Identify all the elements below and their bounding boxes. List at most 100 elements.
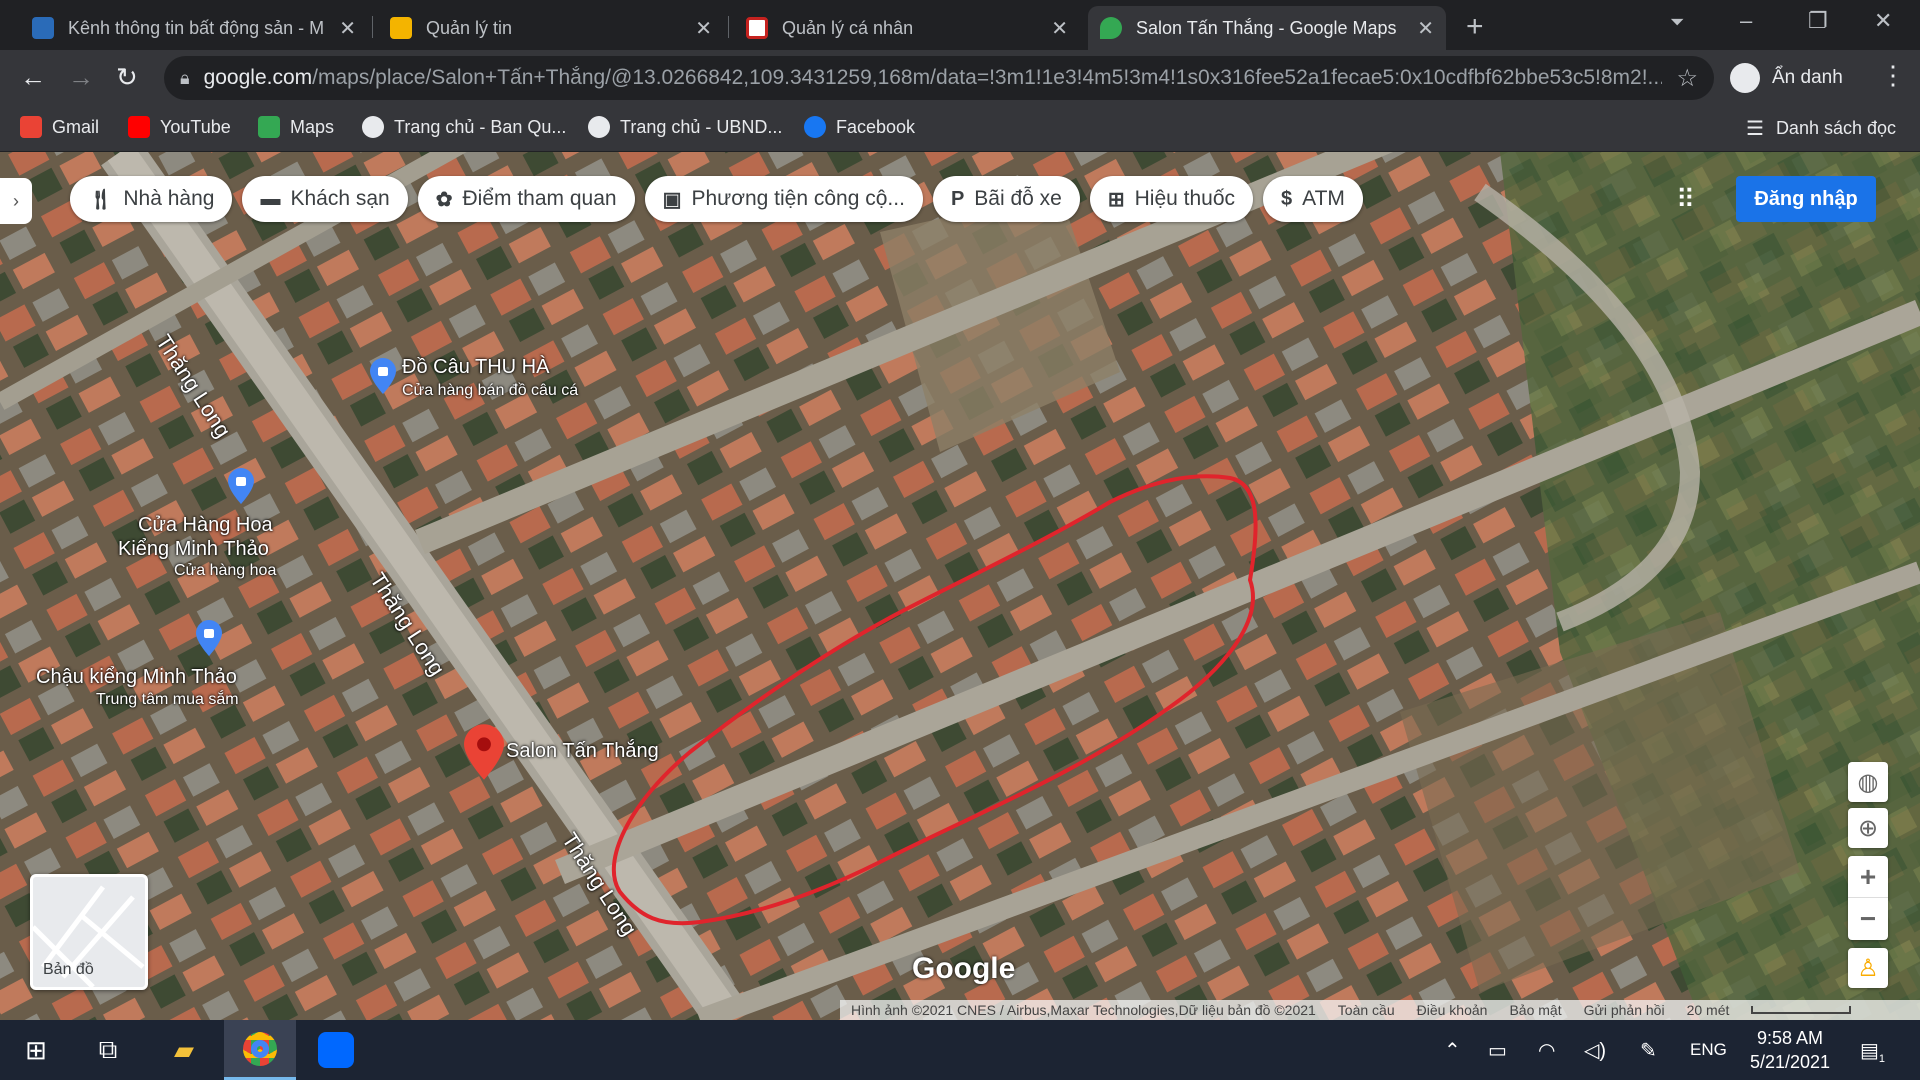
place-category: Cửa hàng hoa (174, 562, 277, 579)
bookmark-label: YouTube (160, 116, 231, 137)
close-icon[interactable]: ✕ (339, 16, 356, 41)
footer-link-global[interactable]: Toàn cầu (1338, 1002, 1395, 1018)
place-name[interactable]: Cửa Hàng Hoa (138, 514, 273, 537)
map-type-toggle[interactable]: Bản đồ (30, 874, 148, 990)
transit-icon: ▣ (662, 188, 682, 211)
my-location-icon[interactable]: ⊕ (1848, 808, 1888, 848)
restaurant-icon: 🍴︎ (88, 188, 114, 211)
place-name[interactable]: Kiểng Minh Thảo (118, 538, 269, 561)
selected-place-pin-icon[interactable] (464, 724, 504, 780)
back-button[interactable]: ← (20, 62, 46, 93)
close-icon[interactable]: ✕ (1417, 16, 1434, 41)
incognito-icon (1730, 63, 1760, 93)
footer-link-terms[interactable]: Điều khoản (1417, 1002, 1488, 1018)
browser-menu-icon[interactable]: ⋮ (1880, 60, 1906, 91)
clock-time: 9:58 AM (1756, 1028, 1824, 1048)
reload-button[interactable]: ↻ (116, 62, 138, 93)
footer-link-privacy[interactable]: Bảo mật (1509, 1002, 1561, 1018)
zoom-in-button[interactable]: + (1848, 856, 1888, 898)
language-indicator[interactable]: ENG (1690, 1040, 1727, 1060)
globe-icon (588, 116, 610, 138)
tab-real-estate[interactable]: Kênh thông tin bất động sản - M ✕ (20, 6, 368, 50)
zalo-taskbar-icon[interactable] (300, 1020, 372, 1080)
chip-label: Phương tiện công cộ... (691, 187, 905, 210)
chip-hotels[interactable]: ▬ Khách sạn (242, 176, 408, 222)
file-explorer-icon[interactable]: ▰ (148, 1020, 220, 1080)
shopping-pin-icon[interactable] (228, 468, 254, 504)
footer-link-feedback[interactable]: Gửi phản hồi (1584, 1002, 1665, 1018)
bookmark-maps[interactable]: Maps (258, 116, 334, 138)
close-window-button[interactable]: ✕ (1874, 8, 1892, 34)
chip-parking[interactable]: P Bãi đỗ xe (932, 176, 1080, 222)
globe-icon (362, 116, 384, 138)
volume-icon[interactable]: ◁) (1584, 1038, 1606, 1063)
reading-list-icon: ☰ (1746, 118, 1764, 140)
task-view-icon[interactable]: ⧉ (72, 1020, 144, 1080)
chip-restaurants[interactable]: 🍴︎ Nhà hàng (70, 176, 233, 222)
chip-transit[interactable]: ▣ Phương tiện công cộ... (644, 176, 923, 222)
pegman-icon[interactable]: ♙ (1848, 948, 1888, 988)
bookmark-star-icon[interactable]: ☆ (1676, 64, 1698, 93)
tab-search-icon[interactable]: ⏷ (1670, 12, 1684, 33)
close-icon[interactable]: ✕ (695, 16, 712, 41)
collapse-panel-button[interactable]: › (0, 178, 32, 224)
shopping-pin-icon[interactable] (196, 620, 222, 656)
chrome-taskbar-icon[interactable] (224, 1020, 296, 1080)
forward-button[interactable]: → (68, 62, 94, 93)
scale-bar (1751, 1006, 1852, 1014)
clock-date: 5/21/2021 (1749, 1052, 1831, 1072)
tab-manage-listings[interactable]: Quản lý tin ✕ (378, 6, 724, 50)
tab-google-maps[interactable]: Salon Tấn Thắng - Google Maps ✕ (1088, 6, 1446, 50)
battery-icon[interactable]: ▭ (1488, 1038, 1507, 1063)
incognito-label: Ẩn danh (1772, 67, 1843, 88)
screen: Kênh thông tin bất động sản - M ✕ Quản l… (0, 0, 1920, 1080)
selected-place-name[interactable]: Salon Tấn Thắng (506, 740, 659, 763)
hotel-icon: ▬ (260, 187, 281, 210)
satellite-map[interactable]: › 🍴︎ Nhà hàng ▬ Khách sạn ✿ Điểm tham quan … (0, 152, 1920, 1020)
parking-icon: P (950, 187, 965, 210)
reading-list-label: Danh sách đọc (1775, 118, 1897, 138)
system-clock[interactable]: 9:58 AM 5/21/2021 (1740, 1026, 1840, 1074)
close-icon[interactable]: ✕ (1051, 16, 1068, 41)
show-hidden-icons[interactable]: ⌃ (1444, 1038, 1461, 1063)
chip-label: Bãi đỗ xe (974, 187, 1062, 210)
place-category: Cửa hàng bán đồ câu cá (402, 382, 579, 399)
chip-pharmacies[interactable]: ⊞ Hiệu thuốc (1089, 176, 1254, 222)
pen-icon[interactable]: ✎ (1640, 1038, 1657, 1063)
sign-in-button[interactable]: Đăng nhập (1736, 176, 1876, 222)
shopping-pin-icon[interactable] (370, 358, 396, 394)
bookmark-label: Maps (290, 116, 335, 137)
incognito-indicator[interactable]: Ẩn danh (1730, 58, 1843, 98)
wifi-icon[interactable]: ◠ (1538, 1038, 1555, 1063)
category-chips: 🍴︎ Nhà hàng ▬ Khách sạn ✿ Điểm tham quan ▣ P… (70, 176, 1363, 222)
zoom-out-button[interactable]: − (1848, 898, 1888, 940)
place-name[interactable]: Chậu kiểng Minh Thảo (36, 666, 237, 689)
place-name[interactable]: Đồ Câu THU HÀ (402, 356, 549, 379)
address-bar[interactable]: 🔒︎ google.com/maps/place/Salon+Tấn+Thắng… (164, 56, 1714, 100)
home-icon (746, 17, 768, 39)
gmail-icon (20, 116, 42, 138)
attribution-text: Hình ảnh ©2021 CNES / Airbus,Maxar Techn… (851, 1002, 1316, 1018)
bookmark-ban-quan-ly[interactable]: Trang chủ - Ban Qu... (362, 116, 566, 138)
map-type-label: Bản đồ (43, 961, 94, 978)
place-category: Trung tâm mua sắm (96, 691, 239, 708)
bookmark-gmail[interactable]: Gmail (20, 116, 99, 138)
atm-icon: $ (1281, 187, 1293, 210)
apps-grid-icon[interactable]: ⠿ (1676, 184, 1695, 215)
chip-label: Nhà hàng (123, 187, 215, 210)
minimize-button[interactable]: – (1740, 8, 1752, 34)
chip-label: Điểm tham quan (462, 187, 617, 210)
bookmark-facebook[interactable]: Facebook (804, 116, 915, 138)
start-windows-icon[interactable]: ⊞ (0, 1020, 72, 1080)
bookmark-ubnd[interactable]: Trang chủ - UBND... (588, 116, 782, 138)
reading-list-button[interactable]: ☰ Danh sách đọc (1746, 116, 1896, 141)
chip-attractions[interactable]: ✿ Điểm tham quan (417, 176, 635, 222)
tab-personal[interactable]: Quản lý cá nhân ✕ (734, 6, 1080, 50)
notification-center-icon[interactable]: ▤1 (1860, 1038, 1885, 1065)
restore-button[interactable]: ❐ (1808, 8, 1828, 34)
bookmark-youtube[interactable]: YouTube (128, 116, 231, 138)
chip-atm[interactable]: $ ATM (1263, 176, 1363, 222)
new-tab-button[interactable]: + (1466, 10, 1484, 44)
globe-icon[interactable]: ◍ (1848, 762, 1888, 802)
scale-label[interactable]: 20 mét (1687, 1002, 1730, 1018)
